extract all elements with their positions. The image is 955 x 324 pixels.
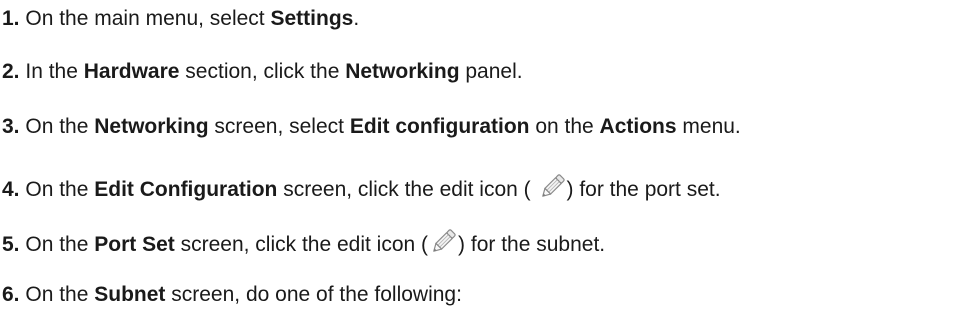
step-number: 1. (2, 7, 20, 30)
ui-term-hardware: Hardware (83, 60, 180, 83)
ui-term-networking: Networking (345, 60, 460, 83)
ui-term-networking: Networking (94, 115, 209, 138)
step-text: On the (25, 233, 95, 256)
step-text: On the (25, 283, 95, 306)
step-text: On the (25, 115, 95, 138)
step-3: 3. On the Networking screen, select Edit… (2, 115, 741, 138)
step-text: On the main menu, select (25, 7, 271, 30)
pencil-edit-icon (537, 172, 567, 202)
step-number: 6. (2, 283, 20, 306)
ui-term-subnet: Subnet (94, 283, 166, 306)
ui-term-settings: Settings (270, 7, 354, 30)
step-1: 1. On the main menu, select Settings. (2, 7, 360, 30)
instruction-steps: 1. On the main menu, select Settings. 2.… (0, 0, 955, 324)
step-text: In the (25, 60, 84, 83)
ui-term-edit-configuration: Edit configuration (349, 115, 530, 138)
ui-term-port-set: Port Set (94, 233, 175, 256)
ui-term-edit-configuration: Edit Configuration (94, 178, 278, 201)
step-6: 6. On the Subnet screen, do one of the f… (2, 283, 462, 306)
pencil-edit-icon (428, 227, 458, 257)
step-number: 4. (2, 178, 20, 201)
step-text: On the (25, 178, 95, 201)
step-number: 2. (2, 60, 20, 83)
step-5: 5. On the Port Set screen, click the edi… (2, 227, 605, 258)
step-number: 3. (2, 115, 20, 138)
step-number: 5. (2, 233, 20, 256)
step-4: 4. On the Edit Configuration screen, cli… (2, 172, 721, 203)
ui-term-actions: Actions (599, 115, 677, 138)
step-2: 2. In the Hardware section, click the Ne… (2, 60, 523, 83)
